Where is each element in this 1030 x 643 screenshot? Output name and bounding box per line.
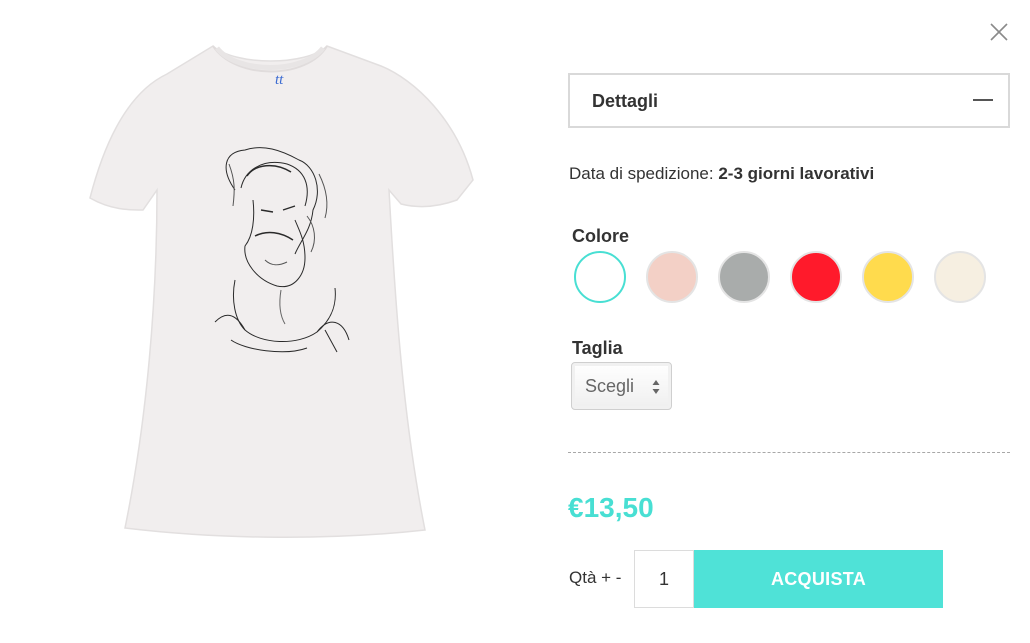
- shipping-value: 2-3 giorni lavorativi: [718, 164, 875, 183]
- close-button[interactable]: [986, 19, 1012, 45]
- size-select-value: Scegli: [585, 376, 635, 396]
- brand-logo-icon: tt: [275, 72, 284, 88]
- quantity-input[interactable]: 1: [634, 550, 694, 608]
- buy-button[interactable]: ACQUISTA: [694, 550, 943, 608]
- price: €13,50: [568, 492, 654, 523]
- updown-arrows-icon: [652, 380, 660, 394]
- minus-icon: [973, 99, 993, 101]
- color-swatch-bianco[interactable]: [574, 251, 626, 303]
- color-swatch-crema[interactable]: [934, 251, 986, 303]
- color-swatch-grigio[interactable]: [718, 251, 770, 303]
- color-swatch-giallo[interactable]: [862, 251, 914, 303]
- details-accordion[interactable]: Dettagli: [568, 73, 1010, 128]
- quantity-label: Qtà + -: [569, 568, 622, 587]
- color-swatch-rosa[interactable]: [646, 251, 698, 303]
- shipping-info: Data di spedizione: 2-3 giorni lavorativ…: [569, 164, 874, 184]
- divider: [568, 452, 1010, 453]
- color-swatch-rosso[interactable]: [790, 251, 842, 303]
- svg-text:tt: tt: [275, 72, 284, 88]
- tshirt-shape: [89, 45, 474, 538]
- size-label: Taglia: [572, 338, 623, 358]
- product-image: tt: [85, 40, 485, 540]
- size-select[interactable]: Scegli: [571, 362, 672, 410]
- details-label: Dettagli: [592, 91, 659, 111]
- close-icon: [990, 23, 1008, 41]
- color-label: Colore: [572, 226, 630, 246]
- shipping-label: Data di spedizione:: [569, 164, 714, 183]
